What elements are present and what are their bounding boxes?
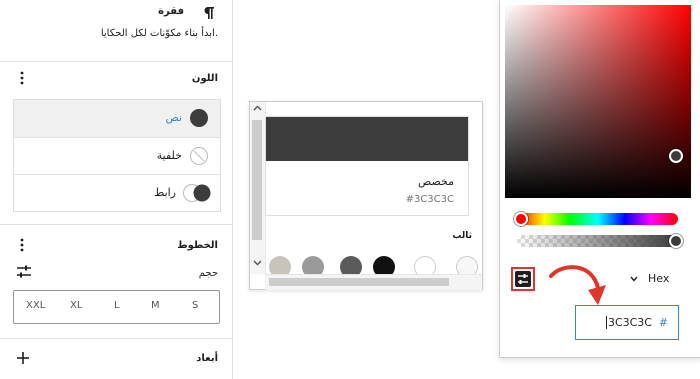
vertical-scrollbar[interactable] — [250, 102, 266, 274]
font-size-picker: XXL XL L M S — [13, 290, 220, 324]
chevron-down-icon — [630, 276, 638, 282]
more-vertical-icon[interactable] — [20, 70, 24, 86]
color-item-label: رابط — [154, 186, 176, 199]
chevron-down-icon[interactable] — [253, 260, 262, 266]
chevron-up-icon[interactable] — [253, 105, 262, 111]
font-size-option[interactable]: XXL — [26, 300, 45, 311]
hue-handle[interactable] — [514, 212, 528, 226]
alpha-slider[interactable] — [517, 234, 683, 248]
palette-section-label: ثالب — [452, 231, 472, 241]
font-size-option[interactable]: L — [114, 300, 120, 311]
color-list: نص خلفية رابط — [13, 99, 221, 212]
block-inspector-sidebar: فقرة ابدأ بناء مكوّنات لكل الحكايا. اللو… — [0, 0, 233, 379]
hue-slider[interactable] — [514, 212, 678, 226]
color-item-label: نص — [165, 111, 182, 124]
font-size-option[interactable]: M — [151, 300, 160, 311]
scrollbar-thumb[interactable] — [269, 278, 449, 286]
color-item-text[interactable]: نص — [14, 100, 220, 137]
color-panel-title: اللون — [191, 73, 218, 84]
horizontal-scrollbar[interactable] — [265, 274, 482, 290]
advanced-settings-button[interactable] — [511, 267, 535, 291]
color-format-value: Hex — [648, 272, 670, 285]
sliders-icon — [515, 271, 531, 287]
alpha-handle[interactable] — [669, 234, 683, 248]
color-picker-popover: Hex # 3C3C3C — [499, 0, 700, 358]
color-item-background[interactable]: خلفية — [14, 137, 220, 174]
block-title: فقرة — [158, 6, 184, 17]
scrollbar-thumb[interactable] — [252, 120, 262, 240]
saturation-value-field[interactable] — [505, 5, 691, 198]
link-color-swatch — [182, 184, 212, 202]
font-size-option[interactable]: S — [192, 300, 198, 311]
background-color-swatch — [190, 147, 208, 165]
hex-value[interactable]: 3C3C3C — [605, 316, 652, 329]
color-palette-popover: مخصص #3C3C3C ثالب — [249, 101, 483, 290]
more-vertical-icon[interactable] — [20, 237, 24, 253]
custom-color-value: #3C3C3C — [405, 194, 454, 205]
font-size-option[interactable]: XL — [70, 300, 82, 311]
typography-panel-title: الخطوط — [177, 240, 218, 251]
dimensions-panel-title: أبعاد — [196, 353, 218, 364]
hex-prefix: # — [658, 316, 668, 329]
text-color-swatch — [190, 109, 208, 127]
sliders-icon[interactable] — [16, 265, 32, 279]
color-item-link[interactable]: رابط — [14, 174, 220, 211]
plus-icon[interactable] — [16, 351, 30, 365]
block-description: ابدأ بناء مكوّنات لكل الحكايا. — [100, 28, 218, 39]
annotation-arrow — [548, 262, 610, 310]
hex-input[interactable]: # 3C3C3C — [575, 305, 679, 340]
custom-color-card[interactable]: مخصص #3C3C3C — [265, 116, 469, 216]
font-size-label: حجم — [198, 268, 218, 279]
paragraph-icon — [203, 6, 215, 20]
color-item-label: خلفية — [156, 149, 182, 162]
custom-color-label: مخصص — [417, 175, 454, 188]
custom-color-preview[interactable] — [266, 117, 468, 161]
saturation-handle[interactable] — [669, 149, 683, 163]
